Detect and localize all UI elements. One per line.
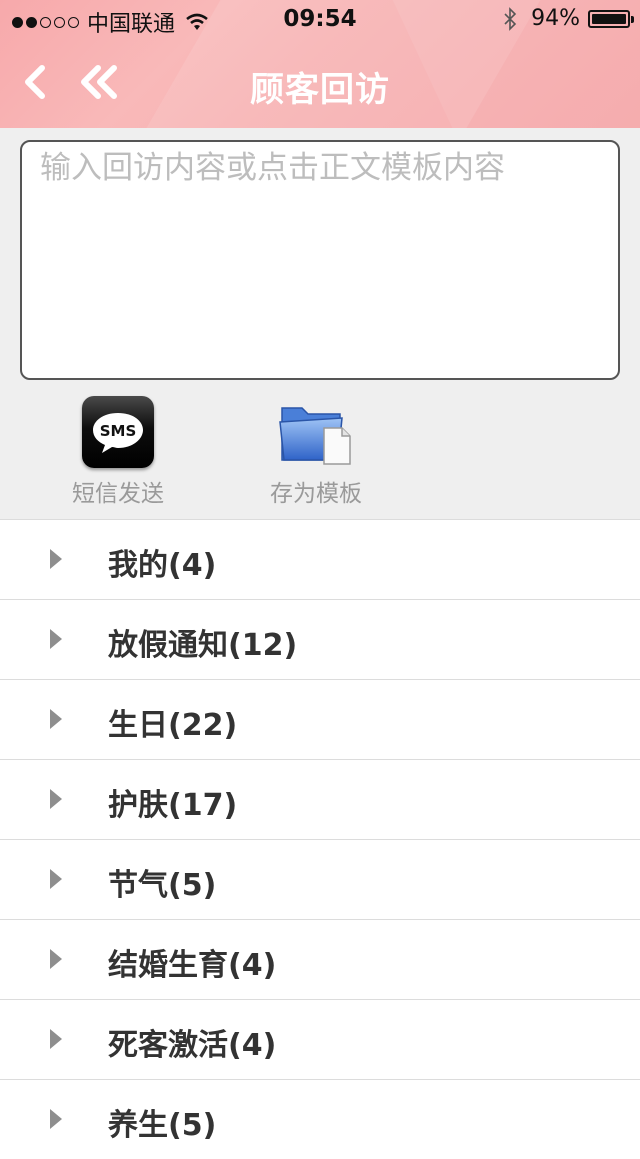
- list-item[interactable]: 生日(22): [0, 679, 640, 759]
- category-label: 养生(5): [108, 1108, 217, 1143]
- battery-percentage: 94%: [531, 6, 580, 31]
- folder-icon: [279, 407, 351, 465]
- sms-send-label: 短信发送: [72, 481, 164, 507]
- expand-arrow-icon: [50, 1029, 62, 1049]
- expand-arrow-icon: [50, 949, 62, 969]
- list-item[interactable]: 死客激活(4): [0, 999, 640, 1079]
- battery-icon: [588, 9, 634, 28]
- list-item[interactable]: 我的(4): [0, 519, 640, 599]
- visit-content-input[interactable]: [20, 140, 620, 380]
- template-category-list: 我的(4) 放假通知(12) 生日(22) 护肤(17) 节气(5) 结婚生育(4) 死客激…: [0, 519, 640, 1159]
- expand-arrow-icon: [50, 629, 62, 649]
- list-item[interactable]: 节气(5): [0, 839, 640, 919]
- list-item[interactable]: 护肤(17): [0, 759, 640, 839]
- page-title: 顾客回访: [250, 70, 390, 110]
- category-label: 死客激活(4): [108, 1028, 277, 1063]
- sms-icon-text: SMS: [100, 422, 137, 440]
- list-item[interactable]: 养生(5): [0, 1079, 640, 1159]
- category-label: 生日(22): [108, 708, 238, 743]
- list-item[interactable]: 放假通知(12): [0, 599, 640, 679]
- expand-arrow-icon: [50, 709, 62, 729]
- expand-arrow-icon: [50, 1109, 62, 1129]
- category-label: 我的(4): [108, 548, 217, 583]
- expand-arrow-icon: [50, 869, 62, 889]
- expand-arrow-icon: [50, 789, 62, 809]
- category-label: 节气(5): [108, 868, 217, 903]
- category-label: 结婚生育(4): [108, 948, 277, 983]
- category-label: 护肤(17): [108, 788, 238, 823]
- save-template-label: 存为模板: [270, 481, 362, 507]
- sms-send-button[interactable]: SMS 短信发送: [48, 392, 188, 508]
- composer-panel: SMS 短信发送 存为模板: [0, 128, 640, 519]
- nav-bar: 顾客回访: [0, 40, 640, 128]
- save-template-button[interactable]: 存为模板: [246, 392, 386, 508]
- list-item[interactable]: 结婚生育(4): [0, 919, 640, 999]
- app-header: 中国联通 09:54 94% 顾客回访: [0, 0, 640, 128]
- expand-arrow-icon: [50, 549, 62, 569]
- bluetooth-icon: [504, 6, 517, 31]
- sms-icon: SMS: [82, 396, 154, 468]
- category-label: 放假通知(12): [108, 628, 298, 663]
- status-bar: 中国联通 09:54 94%: [0, 0, 640, 40]
